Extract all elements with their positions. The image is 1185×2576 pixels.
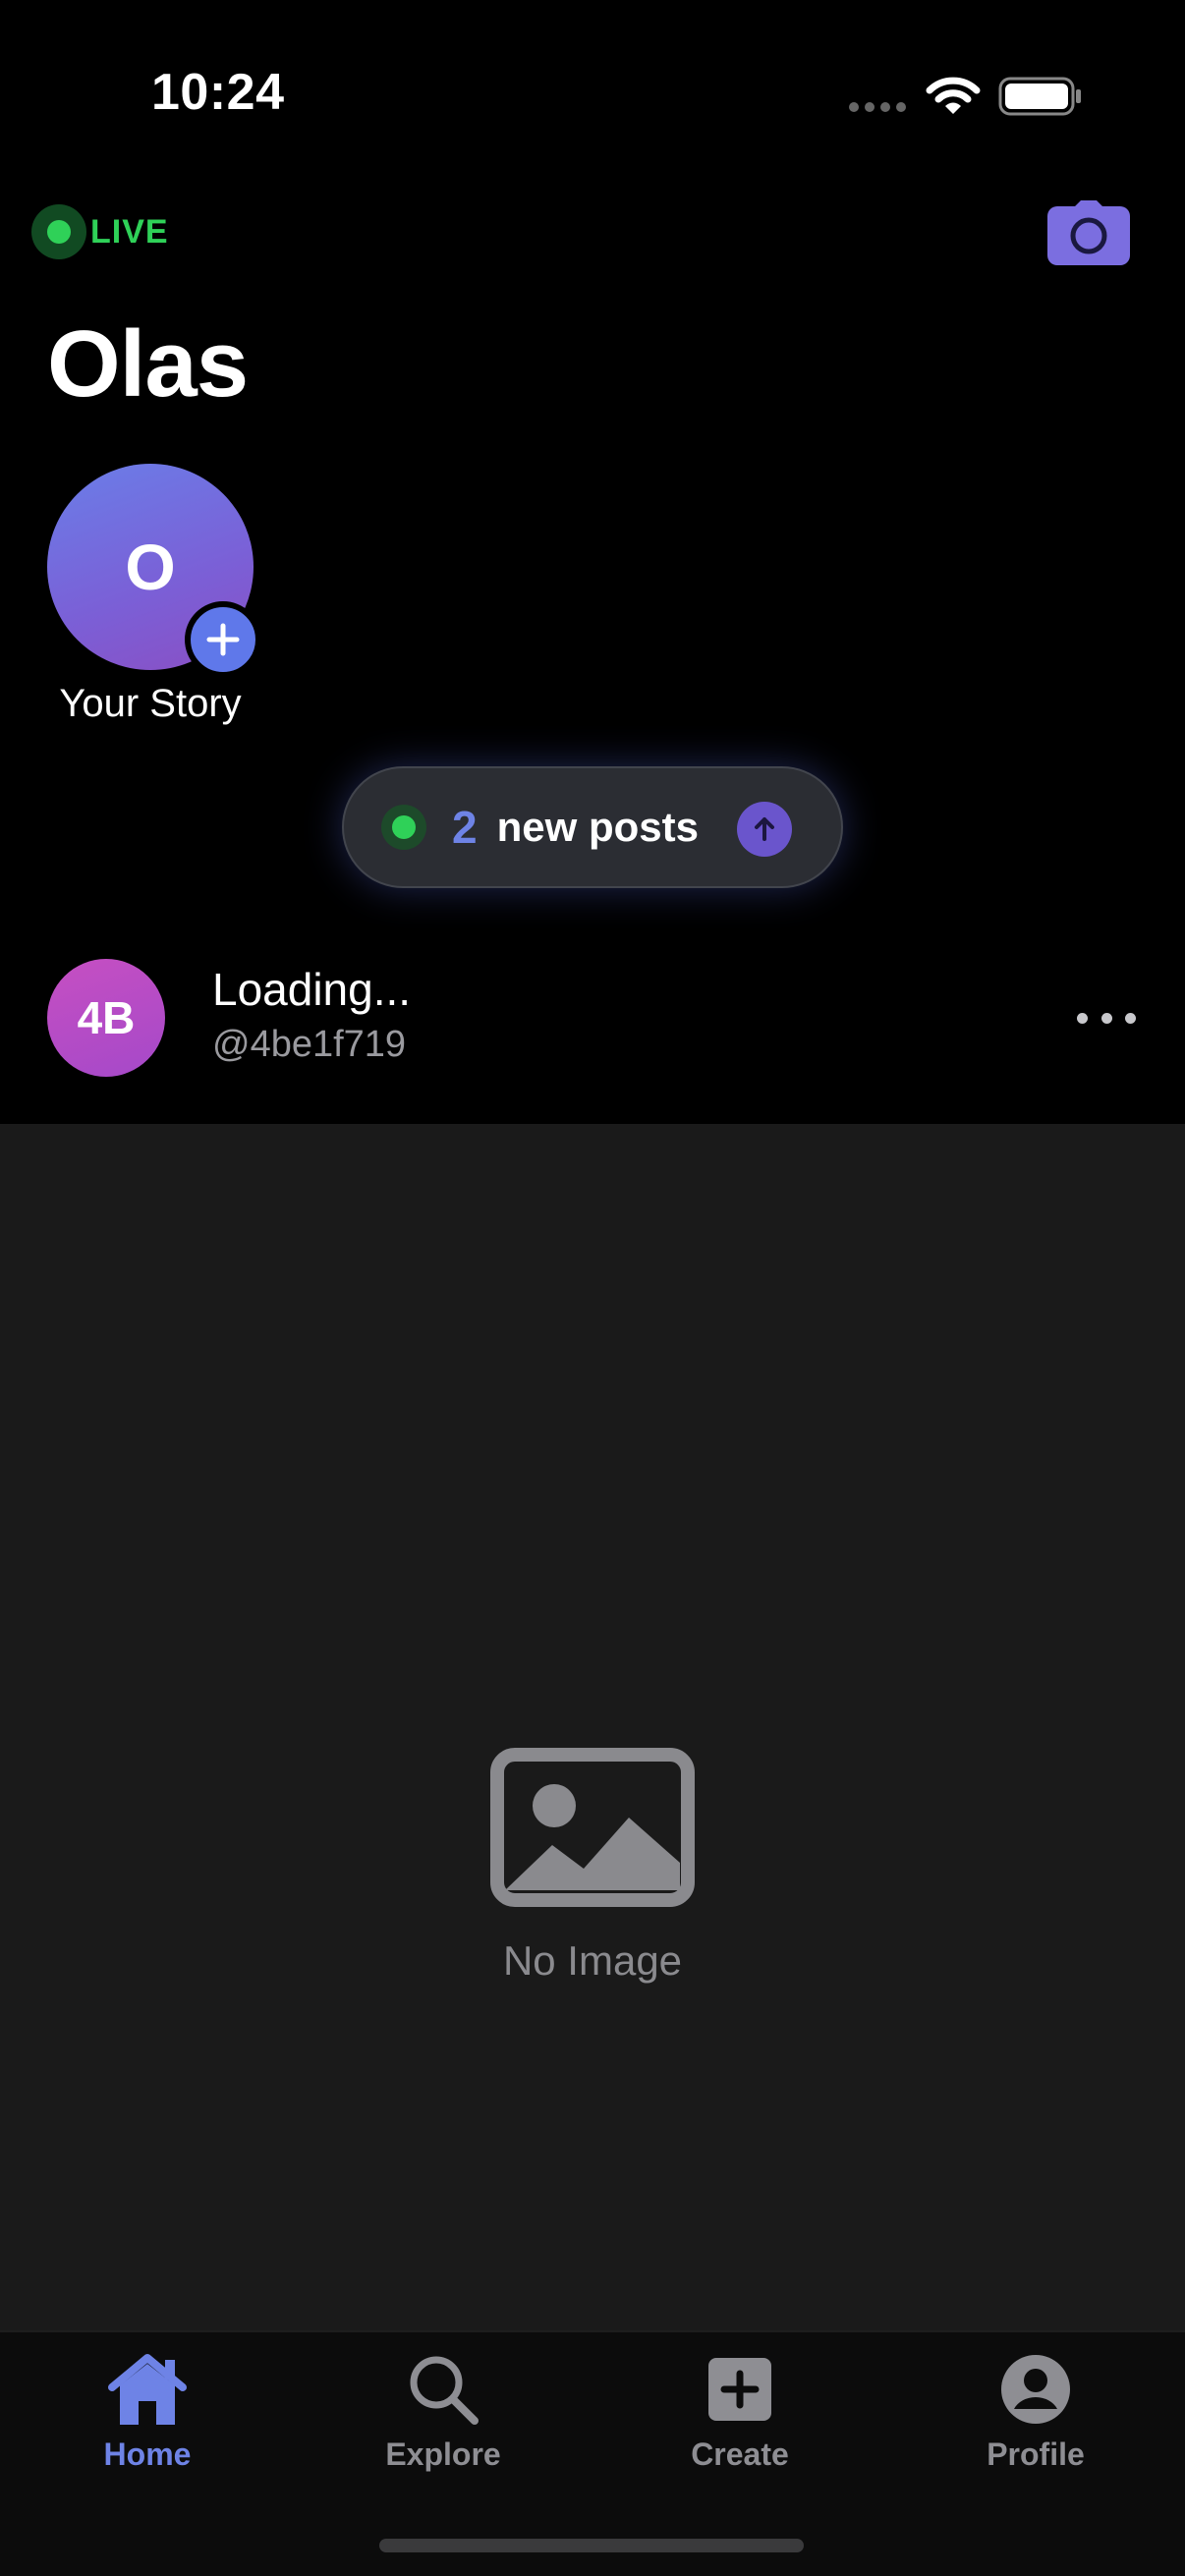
wifi-icon (926, 77, 981, 114)
cellular-signal-icon (849, 102, 906, 112)
search-icon (410, 2356, 479, 2425)
tab-explore[interactable]: Explore (345, 2352, 541, 2473)
ellipsis-icon (1077, 1012, 1088, 1024)
avatar-initials: 4B (77, 992, 136, 1043)
page-title: Olas (47, 311, 249, 417)
tab-label: Home (103, 2436, 192, 2472)
post-author-avatar[interactable]: 4B (47, 959, 165, 1077)
post-more-button[interactable] (1077, 998, 1136, 1037)
image-icon (490, 1748, 695, 1907)
tab-label: Profile (987, 2436, 1085, 2472)
status-time: 10:24 (151, 64, 285, 121)
home-indicator (379, 2539, 804, 2552)
tab-create[interactable]: Create (642, 2352, 838, 2473)
plus-icon (206, 623, 240, 656)
no-image-label: No Image (502, 1937, 683, 1984)
story-label: Your Story (59, 682, 242, 725)
post-author-name[interactable]: Loading... (212, 963, 411, 1016)
add-story-button[interactable] (185, 601, 261, 678)
live-indicator: LIVE (31, 204, 169, 259)
tab-label: Create (691, 2436, 789, 2472)
new-posts-button[interactable]: 2 new posts (342, 766, 843, 888)
live-status-dot (31, 204, 86, 259)
new-posts-label: new posts (496, 804, 699, 850)
person-circle-icon (1001, 2355, 1070, 2424)
battery-icon (998, 77, 1081, 116)
tab-profile[interactable]: Profile (937, 2352, 1134, 2473)
post-image-placeholder[interactable]: No Image (0, 1124, 1185, 2330)
story-initial: O (125, 531, 176, 603)
new-posts-status-dot (381, 805, 426, 850)
tab-label: Explore (385, 2436, 501, 2472)
live-label: LIVE (90, 212, 169, 251)
home-icon (108, 2354, 187, 2425)
post-author-handle: @4be1f719 (212, 1024, 407, 1065)
camera-icon[interactable] (1047, 200, 1130, 265)
new-posts-count: 2 (452, 802, 478, 853)
plus-square-icon (708, 2358, 771, 2421)
arrow-up-icon (737, 802, 792, 857)
tab-home[interactable]: Home (49, 2352, 246, 2473)
